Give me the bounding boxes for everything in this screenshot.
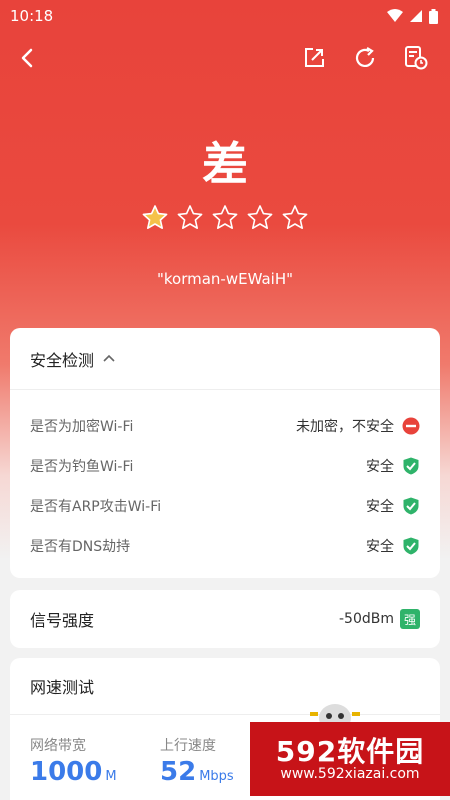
security-item-arp: 是否有ARP攻击Wi-Fi 安全 [10,486,440,526]
security-item-phishing: 是否为钓鱼Wi-Fi 安全 [10,446,440,486]
star-empty-icon [247,205,273,229]
chevron-up-icon [103,354,115,362]
signal-strength-badge: 强 [400,609,420,629]
star-filled-icon [142,205,168,229]
upload-value: 52 [160,757,197,787]
security-item-value: 未加密，不安全 [296,419,394,435]
status-time: 10:18 [10,7,54,25]
bandwidth-unit: M [105,769,117,784]
shield-check-icon [403,537,419,555]
shield-check-icon [403,497,419,515]
signal-strength-card: 信号强度 -50dBm 强 [10,590,440,648]
status-bar: 10:18 [0,0,450,32]
danger-minus-icon [402,417,420,435]
upload-metric: 上行速度 52 Mbps [160,735,234,787]
signal-strength-title: 信号强度 [30,611,95,630]
share-icon [305,48,324,67]
battery-icon [429,8,438,24]
shield-check-icon [403,457,419,475]
security-item-value: 安全 [366,499,394,515]
security-item-label: 是否有DNS劫持 [30,539,131,555]
upload-unit: Mbps [199,769,234,784]
security-item-label: 是否有ARP攻击Wi-Fi [30,499,162,515]
upload-label: 上行速度 [160,738,216,754]
signal-strength-value: -50dBm [339,611,394,627]
security-item-label: 是否为加密Wi-Fi [30,419,134,435]
wifi-signal-icon [387,9,403,22]
speed-test-title: 网速测试 [30,678,95,697]
share-button[interactable] [292,36,336,80]
security-item-value: 安全 [366,539,394,555]
security-check-header[interactable]: 安全检测 [10,328,440,390]
security-item-value: 安全 [366,459,394,475]
security-item-dns: 是否有DNS劫持 安全 [10,526,440,566]
back-arrow-icon [21,48,33,68]
star-empty-icon [212,205,238,229]
rating-stars [0,204,450,232]
bandwidth-value: 1000 [30,757,103,787]
cell-signal-icon [410,10,422,22]
status-icons [387,8,438,24]
back-button[interactable] [6,36,50,80]
star-empty-icon [177,205,203,229]
refresh-icon [355,47,375,67]
wifi-ssid: "korman-wEWaiH" [156,270,293,288]
refresh-button[interactable] [343,36,387,80]
security-check-title: 安全检测 [30,350,95,370]
security-check-list: 是否为加密Wi-Fi 未加密，不安全 是否为钓鱼Wi-Fi 安全 是否有ARP攻… [10,390,440,566]
bandwidth-label: 网络带宽 [30,738,86,754]
report-history-button[interactable] [394,36,438,80]
security-check-card: 安全检测 是否为加密Wi-Fi 未加密，不安全 是否为钓鱼Wi-Fi 安全 是否… [10,328,440,578]
bandwidth-metric: 网络带宽 1000 M [30,735,117,787]
watermark-logo: 592软件园 www.592xiazai.com [250,722,450,796]
security-grade: 差 [202,137,248,191]
watermark-brand: 592软件园 [275,735,425,768]
watermark-url: www.592xiazai.com [280,766,420,782]
report-clock-icon [405,46,428,70]
top-action-bar [0,36,450,80]
star-empty-icon [282,205,308,229]
security-item-encryption: 是否为加密Wi-Fi 未加密，不安全 [10,406,440,446]
security-item-label: 是否为钓鱼Wi-Fi [30,459,134,475]
